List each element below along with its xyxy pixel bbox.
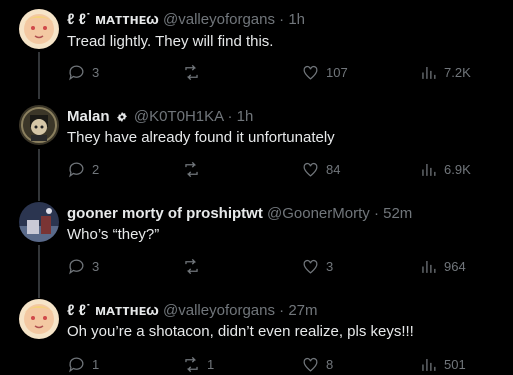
- retweet-icon: [185, 161, 198, 178]
- handle[interactable]: @K0T0H1KA: [134, 108, 223, 125]
- retweet-icon: [185, 64, 198, 81]
- like-button[interactable]: 8: [301, 355, 333, 374]
- views-button[interactable]: 501: [419, 355, 466, 374]
- like-count: 3: [326, 259, 334, 274]
- like-count: 84: [326, 162, 341, 177]
- view-count: 7.2K: [444, 65, 471, 80]
- views-icon: [422, 163, 436, 176]
- like-button[interactable]: 84: [301, 160, 340, 179]
- retweet-count: 1: [207, 357, 215, 372]
- views-button[interactable]: 6.9K: [419, 160, 471, 179]
- retweet-icon: [185, 356, 198, 373]
- retweet-button[interactable]: [182, 63, 207, 82]
- display-name[interactable]: ℓ ℓ˙ ᴍᴀᴛᴛʜᴇω: [67, 11, 159, 28]
- like-icon: [303, 65, 318, 80]
- tweet[interactable]: ℓ ℓ˙ ᴍᴀᴛᴛʜᴇω @valleyoforgans · 1h Tread …: [0, 0, 513, 95]
- display-name[interactable]: ℓ ℓ˙ ᴍᴀᴛᴛʜᴇω: [67, 302, 159, 319]
- reply-count: 3: [92, 65, 100, 80]
- timestamp[interactable]: · 27m: [279, 302, 317, 319]
- reply-button[interactable]: 2: [67, 160, 99, 179]
- views-icon: [422, 66, 436, 79]
- reply-count: 1: [92, 357, 100, 372]
- like-icon: [303, 162, 318, 177]
- display-name[interactable]: gooner morty of proshiptwt: [67, 205, 263, 222]
- tweet-text: Tread lightly. They will find this.: [67, 33, 274, 50]
- tweet-header: ℓ ℓ˙ ᴍᴀᴛᴛʜᴇω @valleyoforgans · 27m: [67, 302, 318, 320]
- view-count: 6.9K: [444, 162, 471, 177]
- like-icon: [303, 259, 318, 274]
- reply-button[interactable]: 3: [67, 63, 99, 82]
- reply-icon: [69, 357, 84, 373]
- views-button[interactable]: 7.2K: [419, 63, 471, 82]
- like-count: 107: [326, 65, 348, 80]
- views-icon: [422, 358, 436, 371]
- retweet-button[interactable]: [182, 160, 207, 179]
- like-icon: [303, 357, 318, 372]
- timestamp[interactable]: · 1h: [279, 11, 305, 28]
- avatar[interactable]: [19, 105, 59, 145]
- like-count: 8: [326, 357, 334, 372]
- reply-icon: [69, 259, 84, 275]
- tweet-header: gooner morty of proshiptwt @GoonerMorty …: [67, 205, 412, 223]
- display-name[interactable]: Malan: [67, 108, 110, 125]
- reply-button[interactable]: 1: [67, 355, 99, 374]
- tweet[interactable]: Malan @K0T0H1KA · 1h They have already f…: [0, 97, 513, 192]
- reply-button[interactable]: 3: [67, 257, 99, 276]
- tweet-text: Who’s “they?”: [67, 226, 160, 243]
- verified-badge-icon: [116, 112, 127, 122]
- views-icon: [422, 260, 436, 273]
- avatar[interactable]: [19, 299, 59, 339]
- tweet[interactable]: gooner morty of proshiptwt @GoonerMorty …: [0, 194, 513, 289]
- reply-icon: [69, 65, 84, 81]
- reply-icon: [69, 162, 84, 178]
- avatar[interactable]: [19, 202, 59, 242]
- handle[interactable]: @valleyoforgans: [163, 11, 275, 28]
- timestamp[interactable]: · 1h: [227, 108, 253, 125]
- tweet-actions: 2 84 6.9K: [67, 160, 487, 180]
- tweet-text: Oh you’re a shotacon, didn’t even realiz…: [67, 323, 414, 340]
- tweet-actions: 1 1 8 501: [67, 355, 487, 375]
- view-count: 964: [444, 259, 466, 274]
- like-button[interactable]: 107: [301, 63, 348, 82]
- tweet-header: ℓ ℓ˙ ᴍᴀᴛᴛʜᴇω @valleyoforgans · 1h: [67, 11, 305, 29]
- view-count: 501: [444, 357, 466, 372]
- tweet-text: They have already found it unfortunately: [67, 129, 335, 146]
- retweet-button[interactable]: [182, 257, 207, 276]
- avatar-image: [19, 9, 59, 49]
- handle[interactable]: @GoonerMorty: [267, 205, 370, 222]
- tweet-actions: 3 107 7.2K: [67, 63, 487, 83]
- like-button[interactable]: 3: [301, 257, 333, 276]
- timestamp[interactable]: · 52m: [374, 205, 412, 222]
- avatar-image: [19, 202, 59, 242]
- reply-count: 3: [92, 259, 100, 274]
- avatar[interactable]: [19, 9, 59, 49]
- views-button[interactable]: 964: [419, 257, 466, 276]
- reply-count: 2: [92, 162, 100, 177]
- avatar-image: [19, 105, 59, 145]
- retweet-icon: [185, 258, 198, 275]
- tweet[interactable]: ℓ ℓ˙ ᴍᴀᴛᴛʜᴇω @valleyoforgans · 27m Oh yo…: [0, 291, 513, 373]
- tweet-actions: 3 3 964: [67, 257, 487, 277]
- avatar-image: [19, 299, 59, 339]
- retweet-button[interactable]: 1: [182, 355, 214, 374]
- tweet-header: Malan @K0T0H1KA · 1h: [67, 108, 253, 126]
- handle[interactable]: @valleyoforgans: [163, 302, 275, 319]
